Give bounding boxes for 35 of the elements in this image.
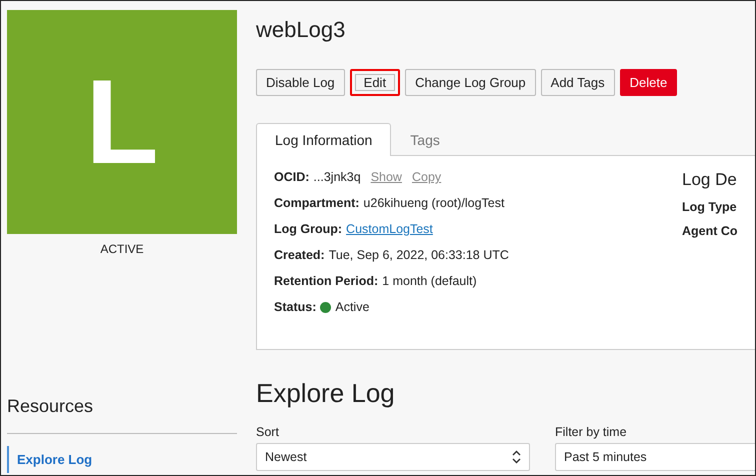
sort-label: Sort (256, 425, 280, 439)
action-button[interactable]: Add Tags (540, 69, 615, 96)
field-value: u26kihueng (root)/logTest (363, 196, 504, 211)
resources-link[interactable]: Explore Log (7, 446, 237, 473)
field-label: Log Type (682, 200, 738, 214)
section-heading: Log De (682, 170, 738, 190)
action-button[interactable]: Edit (350, 69, 400, 96)
time-filter-select[interactable]: Past 5 minutes (555, 443, 755, 471)
field-label: Compartment: (274, 196, 360, 211)
resources-heading: Resources (7, 396, 94, 417)
filter-label: Filter by time (555, 425, 628, 439)
resource-status: ACTIVE (99, 242, 145, 256)
ocid-label: OCID: (274, 170, 310, 185)
status-label: Status: (274, 300, 316, 315)
field-label: Log Group: (274, 222, 342, 237)
ocid-link[interactable]: Show (370, 170, 402, 185)
field-label: Retention Period: (274, 274, 378, 289)
tab[interactable]: Tags (391, 123, 459, 156)
field-label: Agent Co (682, 224, 738, 238)
section-heading: Explore Log (256, 378, 395, 409)
field-value: 1 month (default) (382, 274, 477, 289)
field-link[interactable]: CustomLogTest (346, 222, 433, 237)
field-label: Created: (274, 248, 325, 263)
ocid-value: ...3jnk3q (313, 170, 361, 185)
field-value: Tue, Sep 6, 2022, 06:33:18 UTC (328, 248, 509, 263)
action-button[interactable]: Disable Log (256, 69, 345, 96)
action-button[interactable]: Change Log Group (405, 69, 536, 96)
ocid-link[interactable]: Copy (412, 170, 442, 185)
resource-letter: L (85, 62, 159, 182)
sort-select[interactable]: Newest (256, 443, 530, 471)
action-button[interactable]: Delete (620, 69, 678, 96)
status-value: Active (335, 300, 370, 315)
tab[interactable]: Log Information (256, 123, 392, 156)
page-title: webLog3 (256, 17, 346, 43)
updown-caret-icon (512, 450, 521, 464)
